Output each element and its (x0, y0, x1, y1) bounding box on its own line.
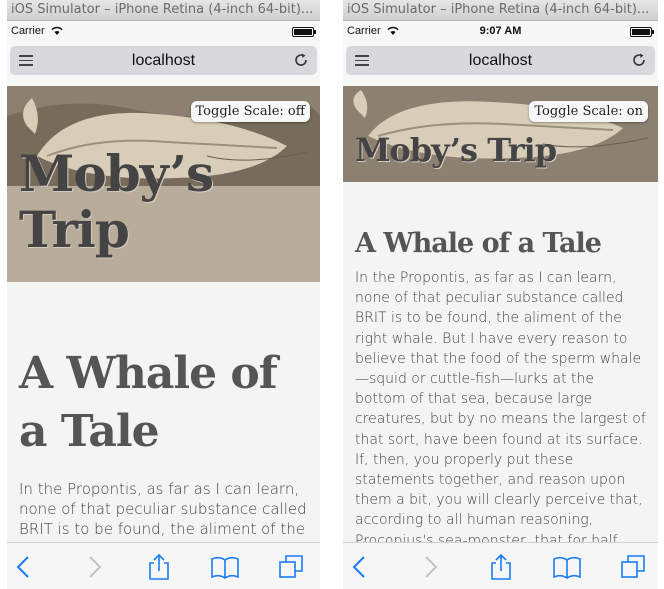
site-title: Moby’s Trip (19, 144, 214, 259)
hero-banner: Toggle Scale: on Moby’s Trip (343, 86, 658, 182)
safari-toolbar (343, 542, 658, 589)
web-page: Toggle Scale: on Moby’s Trip A Whale of … (343, 86, 658, 543)
back-icon[interactable] (347, 553, 375, 581)
status-bar: Carrier (7, 21, 320, 41)
share-icon[interactable] (487, 553, 515, 581)
article-heading: A Whale of a Tale (19, 348, 278, 457)
address-bar[interactable]: localhost (346, 46, 655, 75)
address-bar[interactable]: localhost (10, 46, 317, 75)
forward-icon[interactable] (79, 553, 107, 581)
forward-icon[interactable] (415, 553, 443, 581)
article: A Whale of a Tale In the Propontis, as f… (343, 182, 658, 543)
article-heading: A Whale of a Tale (355, 228, 602, 259)
article: A Whale of a Tale In the Propontis, as f… (7, 282, 320, 543)
window-title: iOS Simulator – iPhone Retina (4-inch 64… (343, 0, 658, 21)
reload-icon[interactable] (293, 52, 309, 68)
toggle-scale-button[interactable]: Toggle Scale: off (190, 101, 310, 122)
tabs-icon[interactable] (277, 553, 305, 581)
simulator-window-right: iOS Simulator – iPhone Retina (4-inch 64… (343, 0, 658, 589)
window-title: iOS Simulator – iPhone Retina (4-inch 64… (7, 0, 320, 21)
wifi-icon (51, 26, 63, 35)
back-icon[interactable] (11, 553, 39, 581)
status-bar: Carrier 9:07 AM (343, 21, 658, 41)
battery-icon (292, 27, 316, 37)
clock: 9:07 AM (479, 25, 522, 37)
bookmarks-icon[interactable] (211, 553, 239, 581)
carrier-label: Carrier (11, 25, 63, 37)
article-body: In the Propontis, as far as I can learn,… (19, 480, 307, 543)
article-body: In the Propontis, as far as I can learn,… (355, 270, 646, 543)
safari-toolbar (7, 542, 320, 589)
share-icon[interactable] (145, 553, 173, 581)
toggle-scale-button[interactable]: Toggle Scale: on (529, 101, 648, 122)
url-text[interactable]: localhost (346, 52, 655, 70)
tabs-icon[interactable] (619, 553, 647, 581)
battery-icon (630, 27, 654, 37)
url-text[interactable]: localhost (10, 52, 317, 70)
web-page: Toggle Scale: off Moby’s Trip A Whale of… (7, 86, 320, 543)
reload-icon[interactable] (631, 52, 647, 68)
simulator-window-left: iOS Simulator – iPhone Retina (4-inch 64… (7, 0, 320, 589)
hero-banner: Toggle Scale: off Moby’s Trip (7, 86, 320, 282)
bookmarks-icon[interactable] (553, 553, 581, 581)
site-title: Moby’s Trip (355, 131, 557, 169)
